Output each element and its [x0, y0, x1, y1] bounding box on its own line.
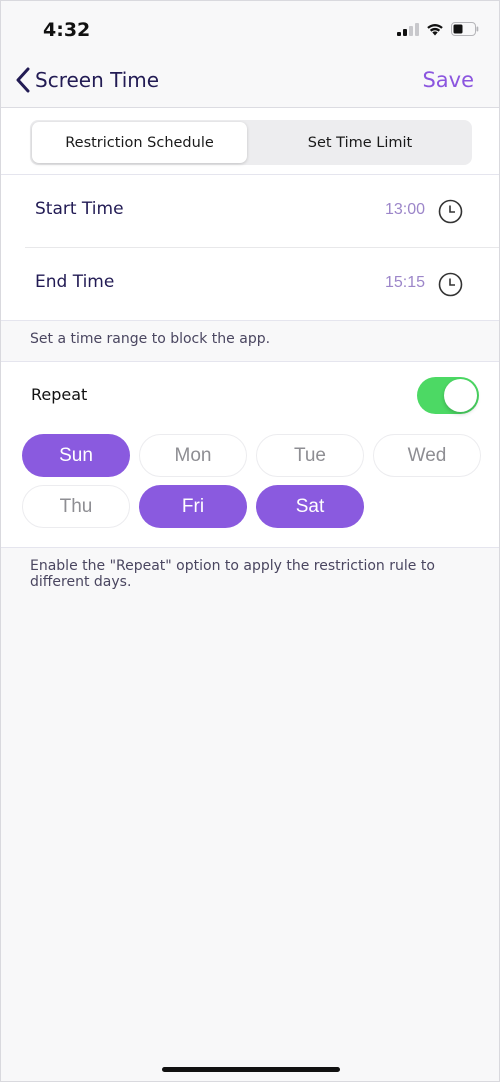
clock-icon[interactable]	[438, 199, 463, 224]
clock-icon[interactable]	[438, 272, 463, 297]
wifi-icon	[427, 23, 443, 35]
day-fri[interactable]: Fri	[139, 485, 247, 528]
day-sat[interactable]: Sat	[256, 485, 364, 528]
repeat-toggle[interactable]	[417, 377, 479, 414]
status-icons	[397, 22, 479, 36]
repeat-label: Repeat	[31, 385, 88, 404]
time-range-hint: Set a time range to block the app.	[30, 331, 271, 347]
toggle-knob	[444, 379, 477, 412]
segmented-control: Restriction Schedule Set Time Limit	[30, 120, 472, 165]
day-mon[interactable]: Mon	[139, 434, 247, 477]
segment-area: Restriction Schedule Set Time Limit	[1, 108, 499, 175]
day-tue[interactable]: Tue	[256, 434, 364, 477]
time-section: Start Time 13:00 End Time 15:15	[1, 175, 499, 321]
back-button[interactable]: Screen Time	[15, 67, 159, 93]
start-time-label: Start Time	[35, 199, 124, 219]
repeat-hint: Enable the "Repeat" option to apply the …	[30, 558, 435, 590]
start-time-row[interactable]: Start Time 13:00	[1, 175, 499, 248]
cellular-signal-icon	[397, 22, 419, 36]
start-time-value: 13:00	[384, 201, 425, 218]
home-indicator[interactable]	[162, 1067, 340, 1072]
day-sun[interactable]: Sun	[22, 434, 130, 477]
end-time-label: End Time	[35, 272, 115, 292]
end-time-value: 15:15	[384, 274, 425, 291]
tab-restriction-schedule[interactable]: Restriction Schedule	[32, 122, 247, 163]
day-thu[interactable]: Thu	[22, 485, 130, 528]
back-label: Screen Time	[35, 68, 160, 92]
save-button[interactable]: Save	[422, 68, 474, 92]
nav-bar: Screen Time Save	[1, 61, 499, 108]
status-bar: 4:32	[1, 1, 499, 61]
day-wed[interactable]: Wed	[373, 434, 481, 477]
end-time-row[interactable]: End Time 15:15	[1, 248, 499, 320]
status-time: 4:32	[43, 19, 91, 41]
chevron-left-icon	[16, 67, 30, 93]
tab-set-time-limit[interactable]: Set Time Limit	[250, 122, 470, 163]
repeat-section: Repeat Sun Mon Tue Wed Thu Fri Sat	[1, 361, 499, 548]
battery-icon	[451, 22, 479, 36]
